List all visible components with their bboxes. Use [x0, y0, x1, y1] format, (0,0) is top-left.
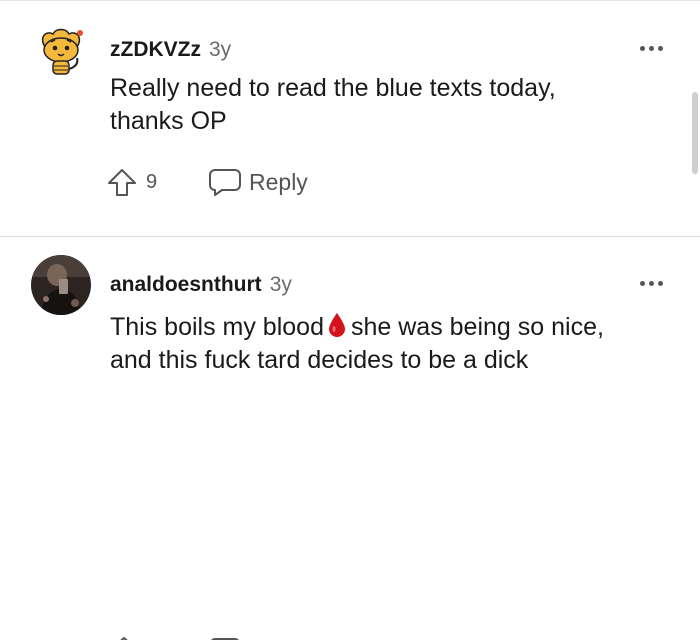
- comment: zZDKVZz 3y Really need to read the blue t…: [0, 0, 700, 236]
- upvote-arrow-icon[interactable]: [108, 632, 140, 640]
- comment-meta: zZDKVZz 3y: [110, 38, 231, 62]
- snoo-tiger-avatar-icon: [41, 28, 83, 75]
- upvote-button[interactable]: 9: [106, 166, 166, 198]
- reply-label: Reply: [249, 169, 308, 195]
- comment-meta: analdoesnthurt 3y: [110, 273, 292, 297]
- avatar[interactable]: [31, 20, 91, 80]
- username[interactable]: analdoesnthurt: [110, 273, 262, 296]
- avatar[interactable]: [31, 255, 91, 315]
- comment: analdoesnthurt 3y This boils my blood she …: [0, 237, 700, 640]
- more-options-button[interactable]: [640, 279, 666, 289]
- comment-text: she was being so nice,: [350, 313, 604, 341]
- comment-line: This boils my blood she was being so nice…: [110, 311, 680, 344]
- comment-age: 3y: [209, 38, 232, 61]
- upvote-arrow-icon: [108, 169, 136, 196]
- reply-button[interactable]: Reply: [208, 166, 318, 198]
- username[interactable]: zZDKVZz: [110, 38, 201, 61]
- comment-text: This boils my blood: [110, 313, 324, 341]
- comment-line: thanks OP: [110, 107, 227, 135]
- speech-bubble-icon[interactable]: [208, 632, 242, 640]
- scrollbar[interactable]: [692, 92, 698, 174]
- comment-line: and this fuck tard decides to be a dick: [110, 346, 529, 374]
- blood-drop-icon: [328, 313, 345, 337]
- more-options-button[interactable]: [640, 44, 666, 54]
- comment-body: Really need to read the blue texts today…: [110, 72, 680, 138]
- comment-line: Really need to read the blue texts today…: [110, 74, 556, 102]
- vote-count: 9: [146, 171, 158, 193]
- speech-bubble-icon: [209, 169, 241, 196]
- comment-age: 3y: [269, 273, 292, 296]
- comment-body: This boils my blood she was being so nice…: [110, 311, 680, 377]
- user-photo-avatar: [31, 255, 91, 315]
